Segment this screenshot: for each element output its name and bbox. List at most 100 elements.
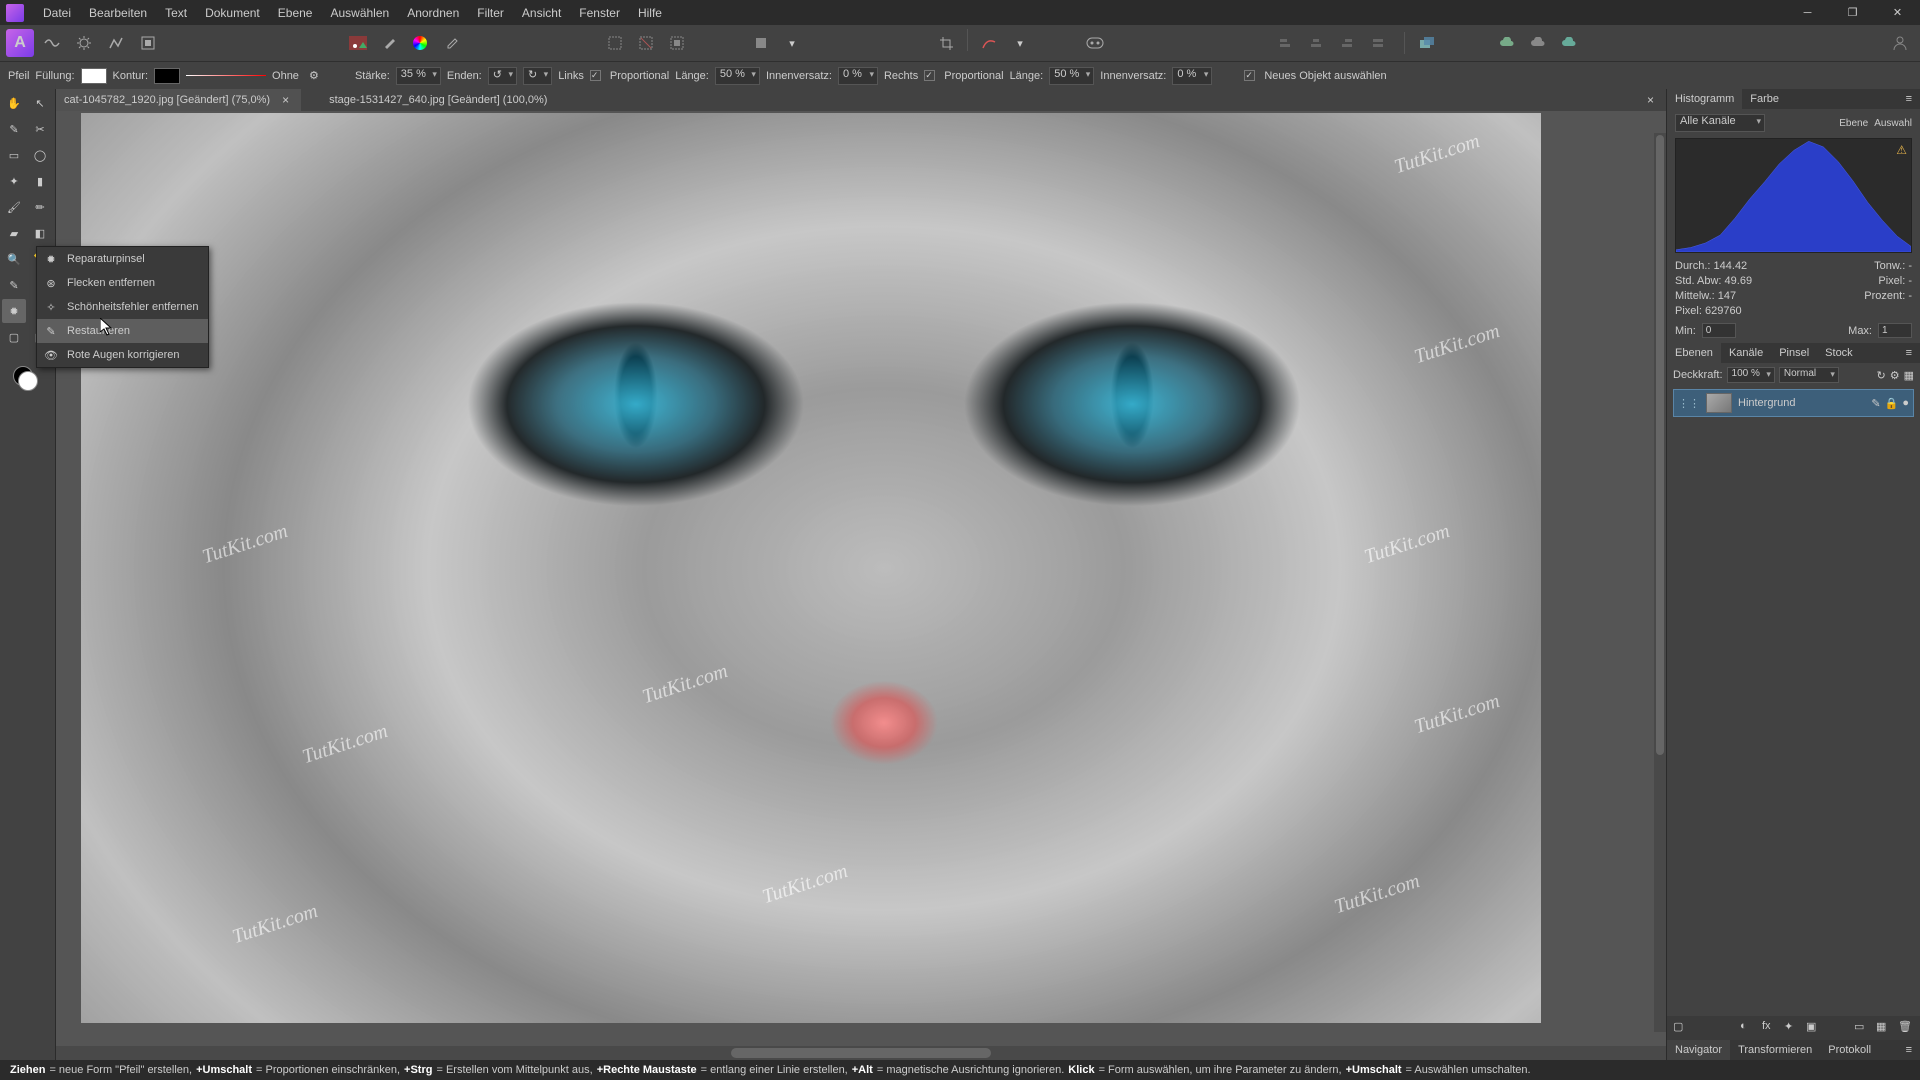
maximize-button[interactable]: ❐ xyxy=(1830,0,1875,25)
mask-icon[interactable]: ▢ xyxy=(1673,1020,1689,1036)
flyout-flecken[interactable]: ⊛Flecken entfernen xyxy=(37,271,208,295)
channels-dropdown[interactable]: Alle Kanäle xyxy=(1675,114,1765,132)
menu-auswaehlen[interactable]: Auswählen xyxy=(321,6,398,20)
end-right-dropdown[interactable]: ↻ xyxy=(523,67,552,85)
min-input[interactable] xyxy=(1702,323,1736,338)
adj-icon[interactable]: ◐ xyxy=(1740,1020,1756,1036)
persona-liquify-icon[interactable] xyxy=(38,29,66,57)
menu-datei[interactable]: Datei xyxy=(34,6,80,20)
brush-tool-icon[interactable]: 🖌 xyxy=(2,195,26,219)
shape-tool-icon[interactable]: ▢ xyxy=(2,325,26,349)
layer-fx-icon[interactable]: ⚙ xyxy=(1890,369,1900,382)
menu-text[interactable]: Text xyxy=(156,6,196,20)
canvas[interactable]: TutKit.com TutKit.com TutKit.com TutKit.… xyxy=(56,111,1666,1046)
align-left-icon[interactable] xyxy=(1271,29,1299,57)
layer-vis-icon[interactable]: ⋮⋮ xyxy=(1678,397,1700,410)
tab-transformieren[interactable]: Transformieren xyxy=(1730,1040,1820,1060)
zoom-tool-icon[interactable]: 🔍 xyxy=(2,247,26,271)
prop-right-checkbox[interactable] xyxy=(924,70,935,81)
blendmode-dropdown[interactable]: Normal xyxy=(1779,367,1839,383)
flyout-roteaugen[interactable]: 👁Rote Augen korrigieren xyxy=(37,343,208,367)
thickness-dropdown[interactable]: 35 % xyxy=(396,67,441,85)
addpixel-icon[interactable]: ▦ xyxy=(1876,1020,1892,1036)
tab-stock[interactable]: Stock xyxy=(1817,343,1861,363)
select-all-icon[interactable] xyxy=(601,29,629,57)
tab-ebenen[interactable]: Ebenen xyxy=(1667,343,1721,363)
opacity-dropdown[interactable]: 100 % xyxy=(1727,367,1775,383)
fx2-icon[interactable]: fx xyxy=(1762,1020,1778,1036)
eyedropper-icon[interactable] xyxy=(437,29,465,57)
end-left-dropdown[interactable]: ↺ xyxy=(488,67,517,85)
length-left-dropdown[interactable]: 50 % xyxy=(715,67,760,85)
quickmask-dd-icon[interactable]: ▾ xyxy=(778,29,806,57)
assistant-icon[interactable] xyxy=(1081,29,1109,57)
wand-tool-icon[interactable]: ✦ xyxy=(2,169,26,193)
cloud-down-icon[interactable] xyxy=(1555,29,1583,57)
marquee-tool-icon[interactable]: ▭ xyxy=(2,143,26,167)
stroke-swatch[interactable] xyxy=(154,68,180,84)
fill-swatch[interactable] xyxy=(81,68,107,84)
menu-anordnen[interactable]: Anordnen xyxy=(398,6,468,20)
arrange-icon[interactable] xyxy=(1413,29,1441,57)
group-icon[interactable]: ▣ xyxy=(1806,1020,1822,1036)
crop-icon[interactable] xyxy=(932,29,960,57)
persona-icon[interactable]: A xyxy=(6,29,34,57)
max-input[interactable] xyxy=(1878,323,1912,338)
panel-menu-icon[interactable]: ≡ xyxy=(1898,343,1920,363)
close-button[interactable]: ✕ xyxy=(1875,0,1920,25)
deselect-icon[interactable] xyxy=(632,29,660,57)
persona-develop-icon[interactable] xyxy=(70,29,98,57)
tab-kanaele[interactable]: Kanäle xyxy=(1721,343,1771,363)
menu-dokument[interactable]: Dokument xyxy=(196,6,269,20)
align-more-icon[interactable] xyxy=(1364,29,1392,57)
tabs-close-icon[interactable]: × xyxy=(1643,93,1658,107)
layer-lock-icon[interactable]: 🔒 xyxy=(1885,397,1899,410)
panel-menu-icon[interactable]: ≡ xyxy=(1898,1040,1920,1060)
flyout-reparaturpinsel[interactable]: ✹Reparaturpinsel xyxy=(37,247,208,271)
document-tab-1[interactable]: cat-1045782_1920.jpg [Geändert] (75,0%) … xyxy=(56,89,301,111)
layer-visible-icon[interactable]: ● xyxy=(1902,397,1909,410)
live-icon[interactable]: ✦ xyxy=(1784,1020,1800,1036)
minimize-button[interactable]: ─ xyxy=(1785,0,1830,25)
flyout-restaurieren[interactable]: ✎Restaurieren xyxy=(37,319,208,343)
healing-tool-icon[interactable]: ✹ xyxy=(2,299,26,323)
color-wheel-icon[interactable] xyxy=(406,29,434,57)
tab-close-icon[interactable]: × xyxy=(278,93,293,107)
tab-histogramm[interactable]: Histogramm xyxy=(1667,89,1742,109)
length-right-dropdown[interactable]: 50 % xyxy=(1049,67,1094,85)
cloud-up-icon[interactable] xyxy=(1524,29,1552,57)
persona-export-icon[interactable] xyxy=(134,29,162,57)
delete-icon[interactable]: 🗑 xyxy=(1898,1020,1914,1036)
tab-farbe[interactable]: Farbe xyxy=(1742,89,1787,109)
panel-menu-icon[interactable]: ≡ xyxy=(1898,89,1920,109)
menu-bearbeiten[interactable]: Bearbeiten xyxy=(80,6,156,20)
layer-sync-icon[interactable]: ↻ xyxy=(1877,369,1886,382)
stroke-preview[interactable] xyxy=(186,69,266,83)
newobj-checkbox[interactable] xyxy=(1244,70,1255,81)
color-picker-tool-icon[interactable]: ✎ xyxy=(2,117,26,141)
gradient-tool-icon[interactable]: ◧ xyxy=(28,221,52,245)
hand-tool-icon[interactable]: ✋ xyxy=(2,91,26,115)
align-center-icon[interactable] xyxy=(1302,29,1330,57)
text-tool-icon[interactable]: ✎ xyxy=(2,273,26,297)
menu-ansicht[interactable]: Ansicht xyxy=(513,6,570,20)
layer-opts-icon[interactable]: ▦ xyxy=(1904,369,1914,382)
menu-fenster[interactable]: Fenster xyxy=(570,6,629,20)
inset-left-dropdown[interactable]: 0 % xyxy=(838,67,878,85)
lasso-tool-icon[interactable]: ◯ xyxy=(28,143,52,167)
persona-tone-icon[interactable] xyxy=(102,29,130,57)
autocontrast-dd-icon[interactable]: ▾ xyxy=(1006,29,1034,57)
brush-picker-icon[interactable] xyxy=(375,29,403,57)
scope-ebene[interactable]: Ebene xyxy=(1839,118,1868,129)
crop-tool-icon[interactable]: ✂ xyxy=(28,117,52,141)
account-icon[interactable] xyxy=(1886,29,1914,57)
tab-protokoll[interactable]: Protokoll xyxy=(1820,1040,1879,1060)
autocontrast-icon[interactable] xyxy=(975,29,1003,57)
inset-right-dropdown[interactable]: 0 % xyxy=(1172,67,1212,85)
fg-bg-swatch-icon[interactable] xyxy=(8,361,38,391)
align-right-icon[interactable] xyxy=(1333,29,1361,57)
tab-navigator[interactable]: Navigator xyxy=(1667,1040,1730,1060)
flood-tool-icon[interactable]: ▮ xyxy=(28,169,52,193)
cloud-sync-icon[interactable] xyxy=(1493,29,1521,57)
tab-pinsel[interactable]: Pinsel xyxy=(1771,343,1817,363)
